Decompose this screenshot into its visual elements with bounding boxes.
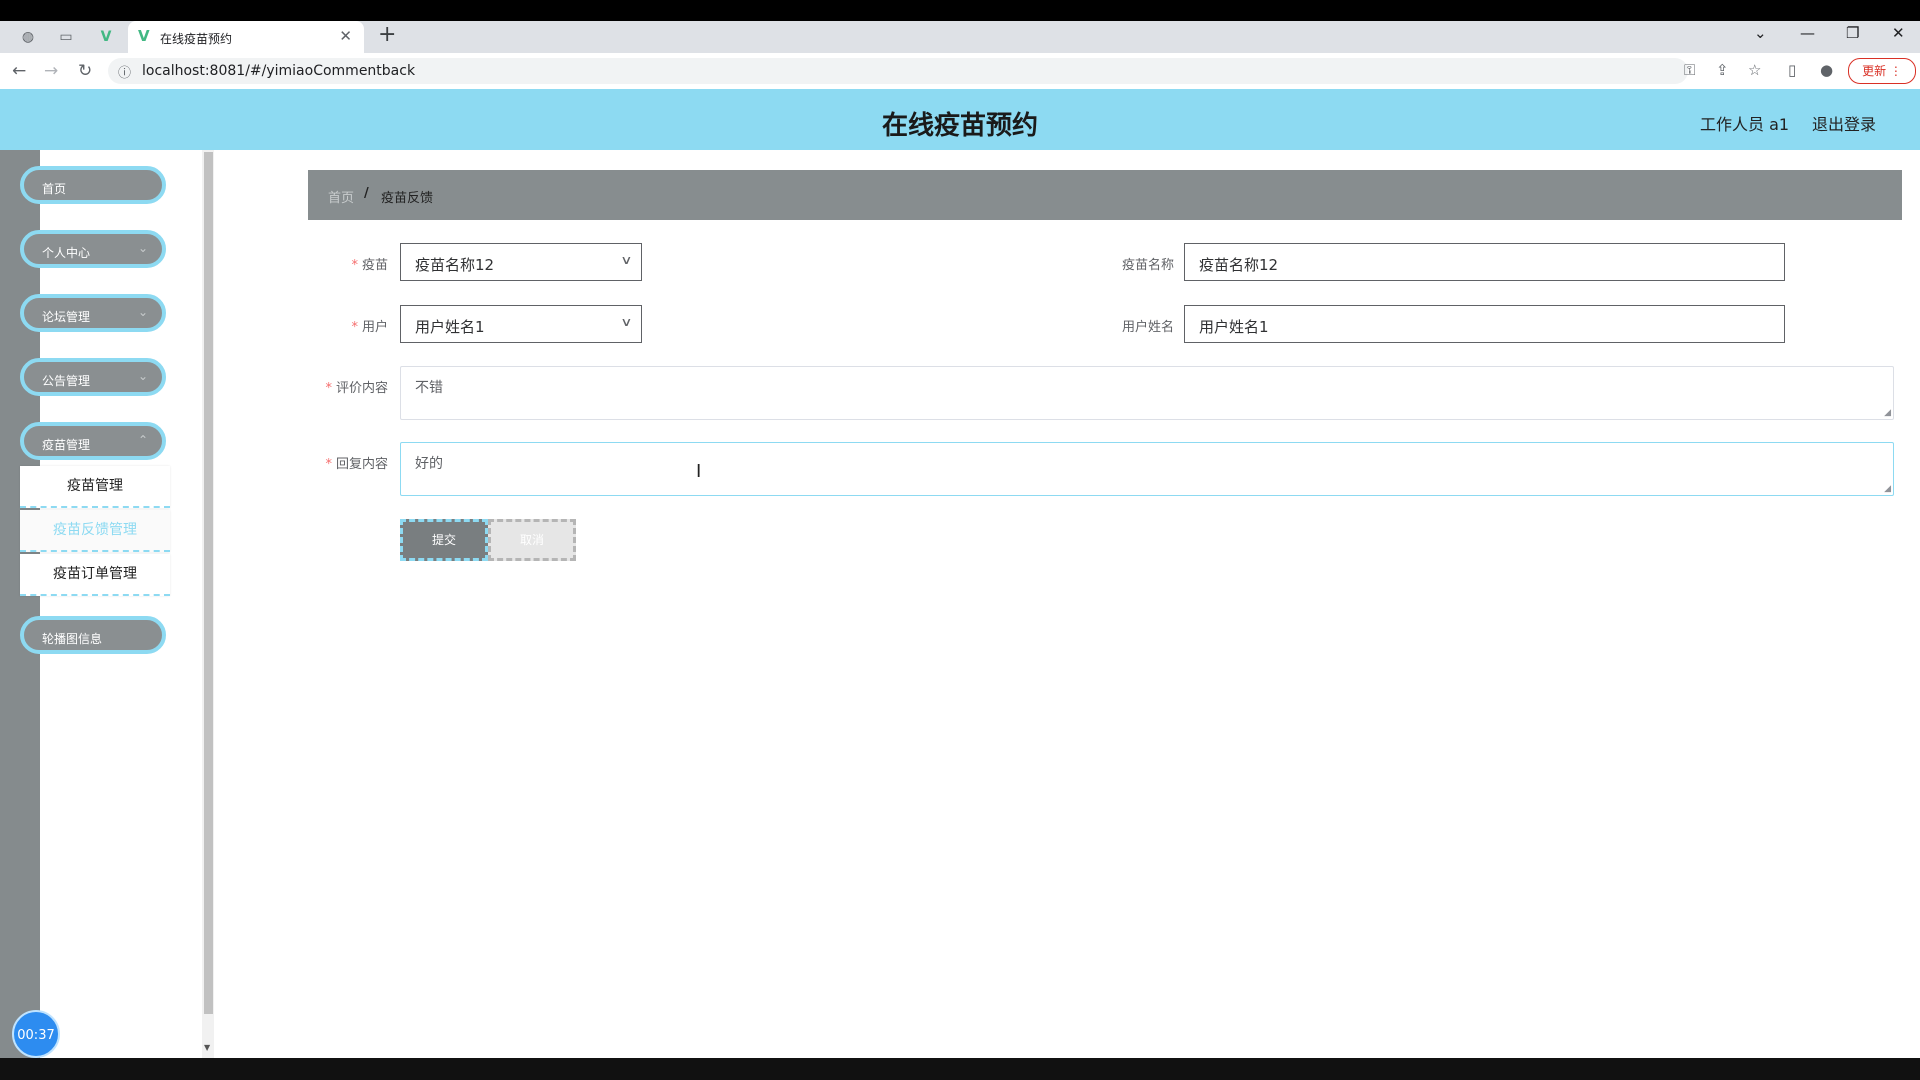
sidebar-scrollbar-thumb[interactable] xyxy=(204,152,213,1014)
submenu-label: 疫苗管理 xyxy=(67,478,123,494)
sidebar-rail xyxy=(0,150,40,1058)
window-close-icon[interactable]: ✕ xyxy=(1892,24,1905,42)
reply-label: * 回复内容 xyxy=(310,453,388,472)
breadcrumb-current: 疫苗反馈 xyxy=(381,191,434,206)
blank-tab-icon[interactable]: ▭ xyxy=(58,29,74,45)
vaccine-label: * 疫苗 xyxy=(320,254,388,273)
sidebar-item-notice[interactable]: 公告管理 ⌄ xyxy=(20,358,166,396)
sidebar-item-forum[interactable]: 论坛管理 ⌄ xyxy=(20,294,166,332)
breadcrumb-home[interactable]: 首页 xyxy=(328,187,354,206)
submenu-vaccine-orders[interactable]: 疫苗订单管理 xyxy=(20,554,170,596)
sidebar-item-label: 疫苗管理 xyxy=(42,438,91,452)
text-cursor-icon: I xyxy=(696,461,702,482)
chevron-down-icon: ∨ xyxy=(620,253,633,267)
breadcrumb: 首页 / 疫苗反馈 xyxy=(308,170,1902,220)
comment-value: 不错 xyxy=(415,380,443,396)
reply-textarea[interactable]: 好的 ◢ xyxy=(400,442,1894,496)
submenu-vaccine-feedback[interactable]: 疫苗反馈管理 xyxy=(20,510,170,552)
app-header: 在线疫苗预约 工作人员 a1 退出登录 xyxy=(0,89,1920,150)
vaccine-label-text: 疫苗 xyxy=(361,258,388,273)
info-icon[interactable]: ⓘ xyxy=(118,62,131,81)
user-label: * 用户 xyxy=(320,316,388,335)
sidebar-item-home[interactable]: 首页 xyxy=(20,166,166,204)
browser-toolbar: ← → ↻ ⓘ localhost:8081/#/yimiaoCommentba… xyxy=(0,53,1920,90)
minimize-icon[interactable]: — xyxy=(1800,24,1815,42)
chevron-down-icon: ∨ xyxy=(620,315,633,329)
back-icon[interactable]: ← xyxy=(12,61,26,81)
url-text[interactable]: localhost:8081/#/yimiaoCommentback xyxy=(142,63,415,79)
sidebar-item-vaccine[interactable]: 疫苗管理 ⌃ xyxy=(20,422,166,460)
sidebar: 首页 个人中心 ⌄ 论坛管理 ⌄ 公告管理 ⌄ 疫苗管理 ⌃ 疫苗管理 疫苗反馈… xyxy=(0,150,214,1058)
submenu-vaccine-manage[interactable]: 疫苗管理 xyxy=(20,466,170,508)
sidebar-item-label: 论坛管理 xyxy=(42,310,91,324)
star-icon[interactable]: ☆ xyxy=(1748,61,1761,79)
update-label: 更新 xyxy=(1862,64,1887,78)
vue-logo-icon: V xyxy=(138,27,150,45)
reload-icon[interactable]: ↻ xyxy=(78,61,92,81)
logout-link[interactable]: 退出登录 xyxy=(1812,111,1876,135)
breadcrumb-separator: / xyxy=(364,186,369,201)
user-label-text: 用户 xyxy=(361,320,388,335)
close-tab-icon[interactable]: ✕ xyxy=(339,27,352,45)
user-select[interactable]: 用户姓名1 ∨ xyxy=(400,305,642,343)
sidebar-item-label: 轮播图信息 xyxy=(42,632,103,646)
app-title: 在线疫苗预约 xyxy=(881,111,1038,141)
comment-label-text: 评价内容 xyxy=(335,381,388,396)
comment-textarea[interactable]: 不错 ◢ xyxy=(400,366,1894,420)
chevron-down-icon: ⌄ xyxy=(137,241,148,255)
address-bar[interactable]: ⓘ localhost:8081/#/yimiaoCommentback xyxy=(108,58,1688,84)
vaccine-name-label: 疫苗名称 xyxy=(1121,258,1174,273)
user-name-input[interactable]: 用户姓名1 xyxy=(1184,305,1785,343)
vaccine-select[interactable]: 疫苗名称12 ∨ xyxy=(400,243,642,281)
required-mark: * xyxy=(351,258,358,273)
forward-icon[interactable]: → xyxy=(44,61,58,81)
tab-title: 在线疫苗预约 xyxy=(160,32,233,46)
sidebar-item-label: 首页 xyxy=(42,182,67,196)
scroll-down-arrow-icon[interactable]: ▼ xyxy=(204,1043,210,1052)
chevron-up-icon: ⌃ xyxy=(137,433,148,447)
comment-label: * 评价内容 xyxy=(310,377,388,396)
chevron-down-icon: ⌄ xyxy=(137,369,148,383)
resize-grip-icon[interactable]: ◢ xyxy=(1884,408,1891,418)
vue-tab-icon[interactable]: V xyxy=(98,29,114,45)
active-browser-tab[interactable]: V 在线疫苗预约 ✕ xyxy=(128,21,364,53)
recording-timer: 00:37 xyxy=(12,1010,60,1058)
page-body xyxy=(0,89,1920,1058)
submenu-label: 疫苗订单管理 xyxy=(53,566,137,582)
required-mark: * xyxy=(351,320,358,335)
screen-top-border xyxy=(0,0,1920,21)
user-select-value: 用户姓名1 xyxy=(415,318,485,336)
sidebar-item-carousel[interactable]: 轮播图信息 xyxy=(20,616,166,654)
sidebar-item-label: 公告管理 xyxy=(42,374,91,388)
sidebar-item-profile[interactable]: 个人中心 ⌄ xyxy=(20,230,166,268)
tab-search-icon[interactable]: ⌄ xyxy=(1754,24,1767,42)
sidebar-item-label: 个人中心 xyxy=(42,246,91,260)
submit-button[interactable]: 提交 xyxy=(400,519,488,561)
submenu-label: 疫苗反馈管理 xyxy=(53,522,137,538)
restore-icon[interactable]: ❐ xyxy=(1846,24,1859,42)
side-panel-icon[interactable]: ▯ xyxy=(1788,61,1796,79)
new-tab-icon[interactable]: + xyxy=(378,22,396,47)
user-role: 工作人员 a1 xyxy=(1700,115,1790,134)
key-icon[interactable]: ⚿ xyxy=(1684,61,1695,79)
update-button[interactable]: 更新 ⋮ xyxy=(1848,58,1916,84)
required-mark: * xyxy=(325,381,332,396)
required-mark: * xyxy=(325,457,332,472)
reply-value: 好的 xyxy=(415,456,443,472)
vaccine-name-value: 疫苗名称12 xyxy=(1199,256,1279,274)
vaccine-select-value: 疫苗名称12 xyxy=(415,256,495,274)
chevron-down-icon: ⌄ xyxy=(137,305,148,319)
user-name-value: 用户姓名1 xyxy=(1199,318,1269,336)
user-name-label: 用户姓名 xyxy=(1121,320,1174,335)
cancel-button[interactable]: 取消 xyxy=(488,519,576,561)
profile-icon[interactable]: ● xyxy=(1820,61,1833,79)
share-icon[interactable]: ⇪ xyxy=(1716,61,1729,79)
vaccine-name-input[interactable]: 疫苗名称12 xyxy=(1184,243,1785,281)
globe-icon[interactable]: ◍ xyxy=(20,29,36,45)
reply-label-text: 回复内容 xyxy=(335,457,388,472)
screen-bottom-border xyxy=(0,1058,1920,1080)
resize-grip-icon[interactable]: ◢ xyxy=(1884,484,1891,494)
